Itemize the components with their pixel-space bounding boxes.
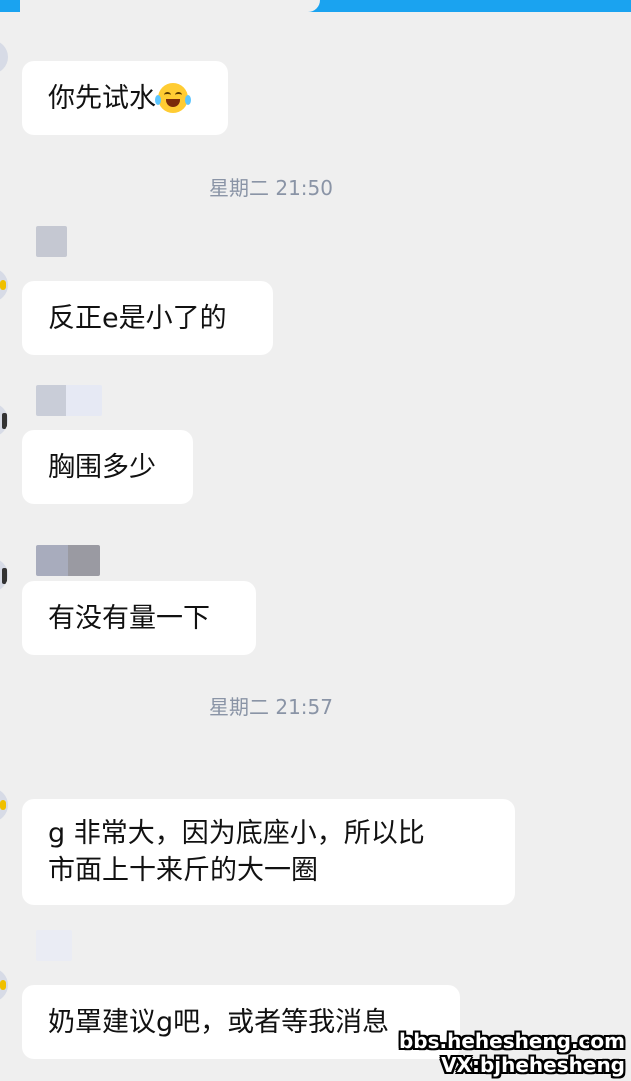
avatar[interactable] <box>0 268 8 302</box>
sender-name-redacted <box>36 930 72 961</box>
top-status-bar <box>0 0 631 12</box>
message-text: 奶罩建议g吧，或者等我消息 <box>48 1006 390 1038</box>
message-text: 有没有量一下 <box>48 602 210 634</box>
laughing-crying-emoji-icon <box>155 83 191 113</box>
message-text: 胸围多少 <box>48 451 156 483</box>
timestamp: 星期二 21:50 <box>209 176 333 200</box>
message-bubble-6[interactable]: 奶罩建议g吧，或者等我消息 <box>22 985 460 1059</box>
message-bubble-3[interactable]: 胸围多少 <box>22 430 193 504</box>
sender-name-redacted <box>36 545 100 576</box>
avatar[interactable] <box>0 558 8 592</box>
avatar[interactable] <box>0 403 8 437</box>
timestamp: 星期二 21:57 <box>209 695 333 719</box>
message-text-line: 市面上十来斤的大一圈 <box>48 855 318 886</box>
message-text-line: g 非常大，因为底座小，所以比 <box>48 818 425 849</box>
watermark-line-1: bbs.hehesheng.com <box>398 1029 625 1053</box>
message-bubble-5[interactable]: g 非常大，因为底座小，所以比 市面上十来斤的大一圈 <box>22 799 515 905</box>
message-bubble-4[interactable]: 有没有量一下 <box>22 581 256 655</box>
watermark: bbs.hehesheng.com VX:bjhehesheng <box>399 1029 625 1077</box>
message-bubble-1[interactable]: 你先试水 <box>22 61 228 135</box>
message-text: 你先试水 <box>48 82 156 114</box>
sender-name-redacted <box>36 226 67 257</box>
message-text: 反正e是小了的 <box>48 302 227 334</box>
watermark-line-2: VX:bjhehesheng <box>441 1053 625 1077</box>
avatar[interactable] <box>0 788 8 822</box>
avatar[interactable] <box>0 968 8 1002</box>
avatar[interactable] <box>0 40 8 74</box>
message-bubble-2[interactable]: 反正e是小了的 <box>22 281 273 355</box>
sender-name-redacted <box>36 385 102 416</box>
